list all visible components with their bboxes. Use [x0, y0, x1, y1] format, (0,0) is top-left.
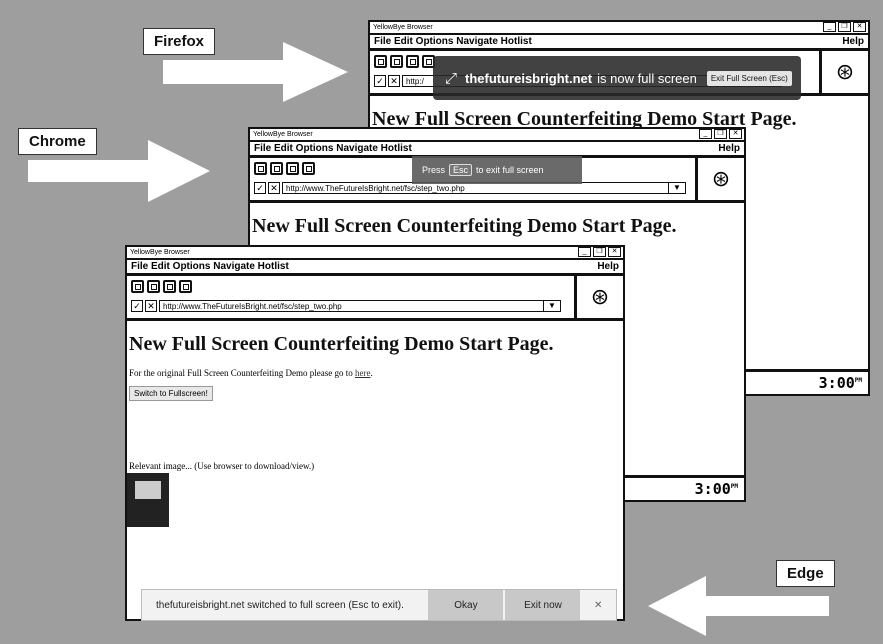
forward-button[interactable]: [147, 280, 160, 293]
back-button[interactable]: [254, 162, 267, 175]
browser-logo-icon: ⊛: [819, 51, 868, 93]
home-button[interactable]: [302, 162, 315, 175]
reload-button[interactable]: [286, 162, 299, 175]
here-link[interactable]: here: [355, 368, 371, 378]
reload-button[interactable]: [406, 55, 419, 68]
window-title: YellowBye Browser: [253, 131, 313, 138]
esc-key: Esc: [449, 164, 473, 176]
check-icon[interactable]: ✓: [254, 182, 266, 194]
menu-items[interactable]: File Edit Options Navigate Hotlist: [374, 36, 532, 47]
back-button[interactable]: [131, 280, 144, 293]
restore-button[interactable]: ❐: [838, 22, 851, 32]
x-icon[interactable]: ✕: [145, 300, 157, 312]
help-menu[interactable]: Help: [842, 35, 864, 48]
url-field[interactable]: http://www.TheFutureIsBright.net/fsc/ste…: [159, 300, 561, 312]
okay-button[interactable]: Okay: [428, 590, 504, 620]
notice-text: is now full screen: [597, 70, 697, 86]
edge-fullscreen-notice: thefutureisbright.net switched to full s…: [141, 589, 617, 621]
chrome-fullscreen-notice: Press Esc to exit full screen: [412, 156, 582, 184]
check-icon[interactable]: ✓: [374, 75, 386, 87]
minimize-button[interactable]: _: [699, 129, 712, 139]
page-heading: New Full Screen Counterfeiting Demo Star…: [129, 333, 554, 355]
edge-window: YellowBye Browser _ ❐ ✕ File Edit Option…: [125, 245, 625, 621]
help-menu[interactable]: Help: [597, 260, 619, 273]
relevant-image[interactable]: [127, 473, 169, 527]
x-icon[interactable]: ✕: [388, 75, 400, 87]
restore-button[interactable]: ❐: [593, 247, 606, 257]
exit-fullscreen-button[interactable]: Exit Full Screen (Esc): [706, 70, 792, 86]
dropdown-icon[interactable]: ▼: [668, 183, 685, 193]
menu-bar[interactable]: File Edit Options Navigate Hotlist Help: [370, 35, 868, 51]
menu-items[interactable]: File Edit Options Navigate Hotlist: [131, 261, 289, 272]
dropdown-icon[interactable]: ▼: [543, 301, 560, 311]
home-button[interactable]: [179, 280, 192, 293]
x-icon[interactable]: ✕: [268, 182, 280, 194]
page-heading: New Full Screen Counterfeiting Demo Star…: [252, 215, 677, 237]
close-icon[interactable]: ✕: [580, 600, 616, 611]
press-text: Press: [422, 165, 446, 175]
notice-text: thefutureisbright.net switched to full s…: [156, 599, 404, 611]
forward-button[interactable]: [270, 162, 283, 175]
menu-bar[interactable]: File Edit Options Navigate Hotlist Help: [127, 260, 623, 276]
browser-logo-icon: ⊛: [695, 158, 744, 200]
relevant-image-text: Relevant image... (Use browser to downlo…: [129, 461, 315, 471]
title-bar: YellowBye Browser _ ❐ ✕: [127, 247, 623, 260]
forward-button[interactable]: [390, 55, 403, 68]
exit-now-button[interactable]: Exit now: [505, 590, 581, 620]
close-button[interactable]: ✕: [853, 22, 866, 32]
firefox-fullscreen-notice: ⤢ thefutureisbright.net is now full scre…: [433, 56, 801, 100]
menu-items[interactable]: File Edit Options Navigate Hotlist: [254, 143, 412, 154]
edge-arrow: [648, 576, 829, 636]
clock: 3:00PM: [818, 374, 862, 392]
title-bar: YellowBye Browser _ ❐ ✕: [370, 22, 868, 35]
fullscreen-icon: ⤢: [445, 69, 458, 87]
minimize-button[interactable]: _: [823, 22, 836, 32]
check-icon[interactable]: ✓: [131, 300, 143, 312]
reload-button[interactable]: [163, 280, 176, 293]
toolbar: ✓ ✕ http://www.TheFutureIsBright.net/fsc…: [127, 276, 623, 321]
chrome-arrow: [28, 140, 210, 202]
window-title: YellowBye Browser: [130, 249, 190, 256]
minimize-button[interactable]: _: [578, 247, 591, 257]
title-bar: YellowBye Browser _ ❐ ✕: [250, 129, 744, 142]
intro-text: For the original Full Screen Counterfeit…: [129, 368, 373, 378]
help-menu[interactable]: Help: [718, 142, 740, 155]
notice-domain: thefutureisbright.net: [465, 70, 593, 86]
close-button[interactable]: ✕: [729, 129, 742, 139]
clock: 3:00PM: [694, 480, 738, 498]
restore-button[interactable]: ❐: [714, 129, 727, 139]
back-button[interactable]: [374, 55, 387, 68]
close-button[interactable]: ✕: [608, 247, 621, 257]
window-title: YellowBye Browser: [373, 24, 433, 31]
exit-text: to exit full screen: [476, 165, 544, 175]
browser-logo-icon: ⊛: [574, 276, 623, 318]
firefox-arrow: [163, 42, 348, 102]
switch-fullscreen-button[interactable]: Switch to Fullscreen!: [129, 386, 213, 401]
